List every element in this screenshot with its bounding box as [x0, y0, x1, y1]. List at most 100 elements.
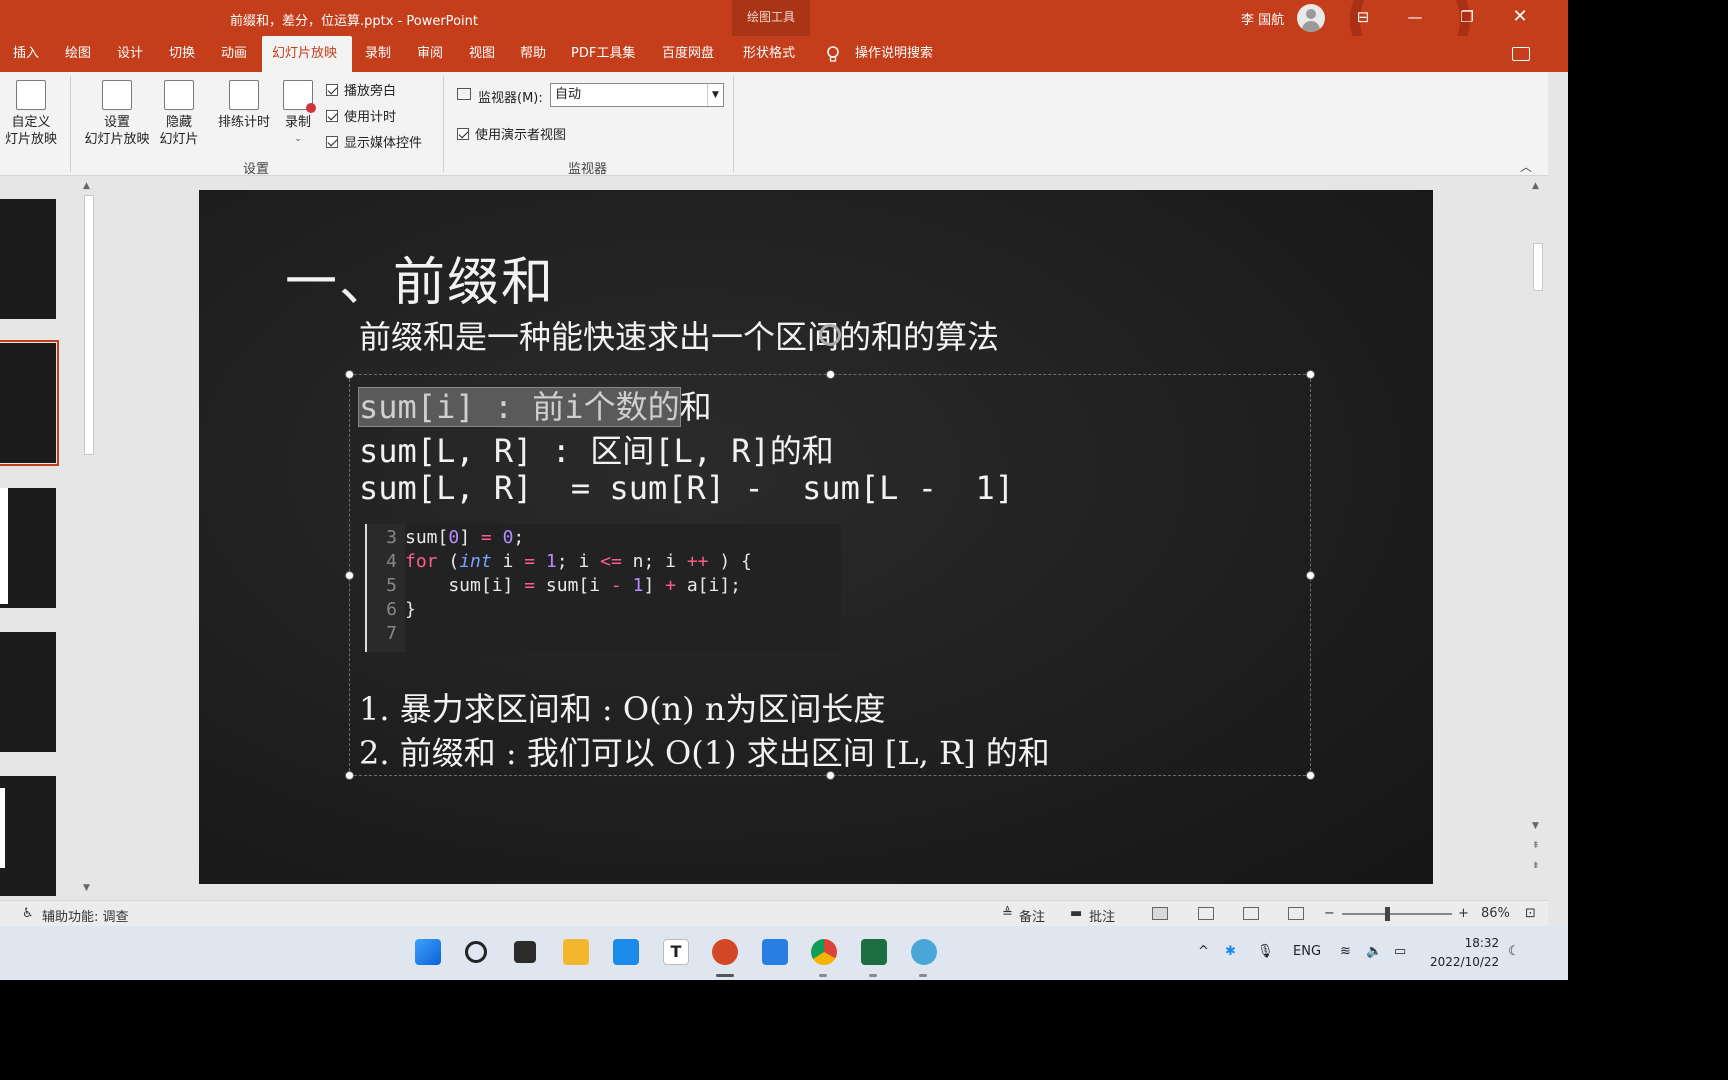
selected-text[interactable]: sum[i] : 前i个数的 [358, 387, 681, 427]
slide-thumbnail-selected[interactable] [0, 340, 59, 466]
accessibility-icon[interactable]: ♿ [22, 906, 34, 921]
notes-button[interactable]: 备注 [1019, 906, 1045, 925]
resize-handle[interactable] [345, 370, 354, 379]
comments-button[interactable]: 批注 [1089, 906, 1115, 925]
zoom-in-icon[interactable]: + [1458, 906, 1469, 921]
slide-title[interactable]: 一、前缀和 [285, 240, 555, 315]
previous-slide-icon[interactable]: ⇞ [1532, 841, 1540, 851]
scroll-up-icon[interactable]: ▲ [1532, 181, 1539, 191]
zoom-slider[interactable] [1342, 913, 1452, 915]
comments-status-icon[interactable]: ▬ [1070, 906, 1082, 921]
resize-handle[interactable] [345, 571, 354, 580]
resize-handle[interactable] [345, 771, 354, 780]
search-tell-me[interactable]: 操作说明搜索 [845, 36, 943, 72]
app-store-icon[interactable] [613, 939, 639, 965]
tab-animations[interactable]: 动画 [211, 36, 257, 72]
formula-line[interactable]: sum[L, R] = sum[R] - sum[L - 1] [359, 469, 1014, 507]
typora-icon[interactable]: T [663, 939, 689, 965]
tab-baidu-netdisk[interactable]: 百度网盘 [652, 36, 724, 72]
slide-thumbnail[interactable] [0, 632, 56, 752]
scroll-down-icon[interactable]: ▼ [1532, 821, 1539, 831]
task-view-icon[interactable] [514, 941, 536, 963]
restore-icon[interactable]: ❐ [1444, 0, 1490, 36]
tab-insert[interactable]: 插入 [3, 36, 49, 72]
reading-view-icon[interactable] [1243, 907, 1259, 920]
zoom-out-icon[interactable]: − [1324, 906, 1335, 921]
show-media-controls-checkbox[interactable]: 显示媒体控件 [326, 132, 422, 151]
photos-icon[interactable] [762, 939, 788, 965]
wifi-icon[interactable]: ≋ [1340, 944, 1351, 959]
collapse-ribbon-icon[interactable]: ︿ [1520, 158, 1532, 175]
slide-thumbnail[interactable] [0, 776, 56, 896]
minimize-icon[interactable]: — [1392, 0, 1438, 36]
close-icon[interactable]: ✕ [1497, 0, 1543, 36]
notes-icon[interactable]: ≜ [1002, 906, 1013, 921]
resize-handle[interactable] [1306, 370, 1315, 379]
tab-shape-format[interactable]: 形状格式 [733, 36, 805, 72]
battery-icon[interactable]: ▭ [1394, 944, 1406, 959]
clock[interactable]: 18:32 2022/10/22 [1430, 934, 1499, 972]
normal-view-icon[interactable] [1152, 907, 1168, 920]
ribbon-display-options-icon[interactable]: ⊟ [1340, 0, 1386, 36]
definition-line-2[interactable]: sum[L, R] : 区间[L, R]的和 [359, 426, 834, 472]
tab-transitions[interactable]: 切换 [159, 36, 205, 72]
tab-view[interactable]: 视图 [459, 36, 505, 72]
point-1[interactable]: 1. 暴力求区间和 : O(n) n为区间长度 [359, 684, 885, 730]
excel-icon[interactable] [861, 939, 887, 965]
thumbnail-scrollbar[interactable]: ▲ ▼ [81, 177, 97, 899]
monitor-select[interactable]: 自动 ▼ [550, 83, 724, 107]
tab-draw[interactable]: 绘图 [55, 36, 101, 72]
network-app-icon[interactable] [911, 939, 937, 965]
input-language[interactable]: ENG [1293, 944, 1321, 959]
slide-subtitle[interactable]: 前缀和是一种能快速求出一个区间的和的算法 [359, 312, 999, 358]
chrome-icon[interactable] [811, 939, 837, 965]
scroll-down-icon[interactable]: ▼ [83, 883, 90, 893]
presenter-view-checkbox[interactable]: 使用演示者视图 [457, 124, 566, 143]
definition-line-1[interactable]: sum[i] : 前i个数的和 [358, 382, 712, 428]
scroll-up-icon[interactable]: ▲ [83, 181, 90, 191]
slide-show-view-icon[interactable] [1288, 907, 1304, 920]
rotate-handle-icon[interactable] [819, 324, 841, 346]
resize-handle[interactable] [1306, 771, 1315, 780]
point-2[interactable]: 2. 前缀和 : 我们可以 O(1) 求出区间 [L, R] 的和 [359, 728, 1050, 774]
use-timings-checkbox[interactable]: 使用计时 [326, 106, 396, 125]
record-button[interactable]: 录制 ⌄ [278, 80, 318, 148]
code-snippet-image[interactable]: 3 sum[0] = 0; 4 for (int i = 1; i <= n; i +… [365, 524, 841, 652]
file-explorer-icon[interactable] [563, 939, 589, 965]
slide-sorter-icon[interactable] [1198, 907, 1214, 920]
scroll-thumb[interactable] [1533, 243, 1543, 291]
tray-app-icon[interactable]: ✱ [1225, 944, 1236, 959]
slide-thumbnail[interactable] [0, 199, 56, 319]
record-dropdown-icon[interactable]: ⌄ [278, 131, 318, 148]
resize-handle[interactable] [1306, 571, 1315, 580]
resize-handle[interactable] [826, 370, 835, 379]
tab-help[interactable]: 帮助 [510, 36, 556, 72]
tab-pdf-tools[interactable]: PDF工具集 [561, 36, 645, 72]
tray-overflow-icon[interactable]: ^ [1198, 944, 1209, 959]
microphone-icon[interactable]: 🎙 [1257, 944, 1274, 959]
comments-icon[interactable] [1512, 47, 1530, 61]
fit-to-window-icon[interactable]: ⊡ [1525, 906, 1536, 921]
scroll-thumb[interactable] [84, 195, 94, 455]
accessibility-status[interactable]: 辅助功能: 调查 [42, 906, 129, 925]
tab-design[interactable]: 设计 [107, 36, 153, 72]
volume-icon[interactable]: 🔈 [1366, 944, 1382, 959]
user-name[interactable]: 李 国航 [1241, 9, 1284, 28]
windows-start-icon[interactable] [415, 939, 441, 965]
custom-show-button[interactable]: 自定义 灯片放映 [0, 80, 62, 148]
tab-slide-show[interactable]: 幻灯片放映 [262, 36, 352, 72]
search-icon[interactable] [465, 941, 487, 963]
rehearse-timings-button[interactable]: 排练计时 [214, 80, 274, 131]
tab-review[interactable]: 审阅 [407, 36, 453, 72]
setup-show-button[interactable]: 设置 幻灯片放映 [82, 80, 152, 148]
play-narrations-checkbox[interactable]: 播放旁白 [326, 80, 396, 99]
slide-canvas[interactable]: 一、前缀和 前缀和是一种能快速求出一个区间的和的算法 sum[i] : 前i个数… [199, 190, 1433, 884]
slide-thumbnail[interactable] [0, 488, 56, 608]
slide-scrollbar[interactable]: ▲ ▼ ⇞ ⇟ [1530, 177, 1546, 899]
powerpoint-icon[interactable] [712, 939, 738, 965]
hide-slide-button[interactable]: 隐藏 幻灯片 [154, 80, 204, 148]
zoom-level[interactable]: 86% [1481, 906, 1510, 921]
next-slide-icon[interactable]: ⇟ [1532, 861, 1540, 871]
zoom-slider-thumb[interactable] [1385, 907, 1390, 921]
avatar[interactable] [1297, 4, 1325, 32]
